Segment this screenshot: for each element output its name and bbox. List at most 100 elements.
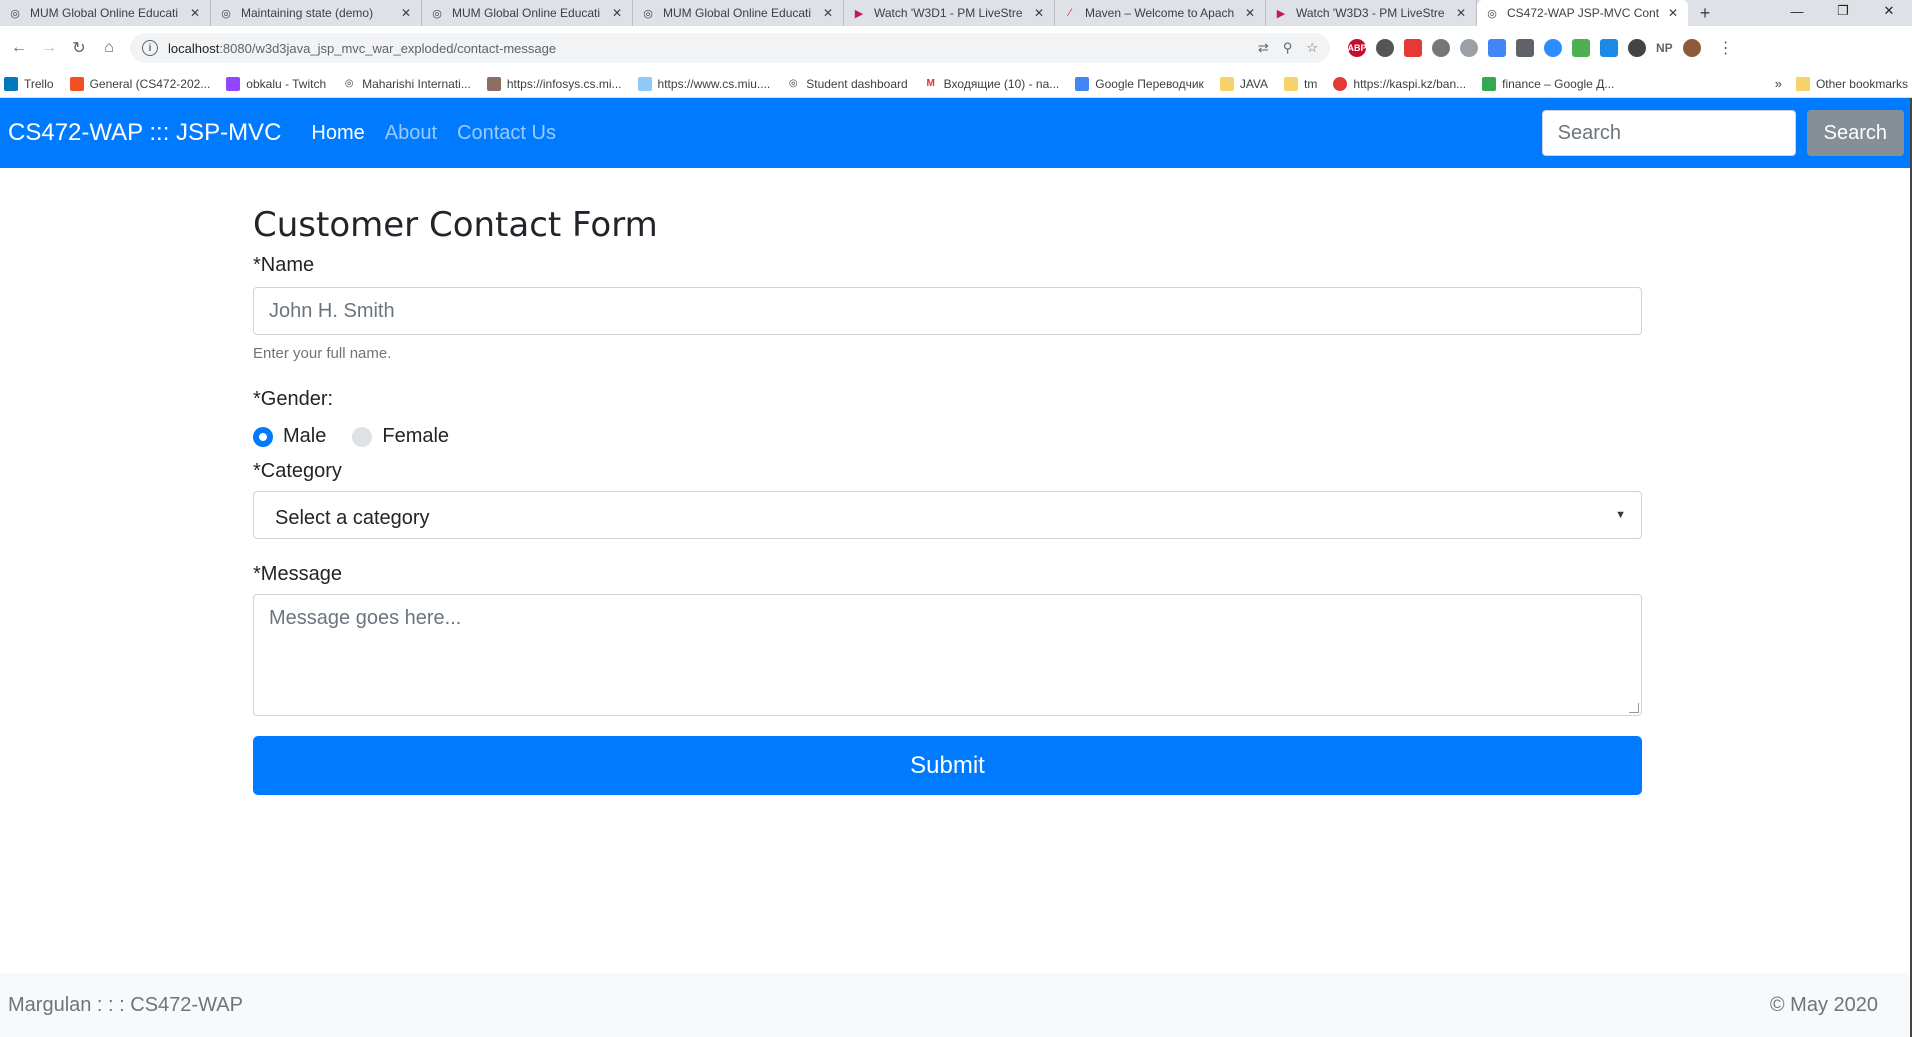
close-icon[interactable]: ✕ [1243, 6, 1257, 20]
search-button[interactable]: Search [1806, 110, 1904, 156]
extension-icon[interactable] [1572, 39, 1590, 57]
bookmark-label: tm [1304, 76, 1318, 91]
tab-title: CS472-WAP JSP-MVC Cont [1507, 6, 1660, 20]
globe-icon: ◎ [643, 7, 653, 20]
category-select[interactable]: Select a category ▼ [253, 491, 1642, 539]
close-icon[interactable]: ✕ [188, 6, 202, 20]
extension-icon[interactable] [1432, 39, 1450, 57]
message-textarea[interactable]: Message goes here... [253, 594, 1642, 716]
drive-icon [1482, 76, 1497, 91]
browser-tab[interactable]: ◎ Maintaining state (demo) ✕ [211, 0, 422, 26]
bookmark-label: JAVA [1239, 76, 1269, 91]
close-icon[interactable]: ✕ [1666, 6, 1680, 20]
gender-female-label[interactable]: Female [382, 425, 449, 448]
adblock-plus-icon[interactable]: ABP [1348, 39, 1367, 57]
gender-female-radio[interactable] [352, 426, 373, 447]
close-icon[interactable]: ✕ [1032, 6, 1046, 20]
extension-icon[interactable] [1600, 39, 1618, 57]
menu-icon[interactable]: ⋮ [1711, 33, 1741, 63]
bookmark-item[interactable]: https://kaspi.kz/ban... [1333, 76, 1467, 91]
bookmark-item[interactable]: M Входящие (10) - na... [924, 77, 1060, 91]
extension-icon[interactable] [1376, 39, 1394, 57]
bookmark-folder[interactable]: tm [1284, 76, 1318, 91]
globe-icon: ◎ [10, 7, 20, 20]
address-bar[interactable]: i localhost:8080/w3d3java_jsp_mvc_war_ex… [130, 33, 1330, 63]
name-placeholder: John H. Smith [269, 299, 395, 322]
browser-tab[interactable]: ◎ MUM Global Online Educati ✕ [633, 0, 844, 26]
browser-tab[interactable]: ⁄ Maven – Welcome to Apach ✕ [1055, 0, 1266, 26]
search-input[interactable] [1541, 110, 1796, 156]
bookmark-item[interactable]: finance – Google Д... [1482, 76, 1615, 91]
folder-icon [1219, 76, 1234, 91]
bookmark-item[interactable]: https://www.cs.miu.... [637, 76, 770, 91]
star-icon[interactable]: ☆ [1306, 40, 1318, 56]
zoom-icon[interactable]: ⚲ [1283, 40, 1293, 56]
close-icon[interactable]: ✕ [1454, 6, 1468, 20]
url-path: :8080/w3d3java_jsp_mvc_war_exploded/cont… [219, 40, 557, 56]
bookmark-item[interactable]: Trello [4, 76, 54, 91]
nav-link-home[interactable]: Home [311, 122, 364, 145]
close-icon[interactable]: ✕ [821, 6, 835, 20]
zoom-extension-icon[interactable] [1544, 39, 1562, 57]
gender-male-radio[interactable] [253, 426, 273, 447]
avatar[interactable] [1682, 39, 1701, 57]
minimize-icon[interactable]: — [1774, 0, 1820, 22]
nav-link-contact[interactable]: Contact Us [457, 122, 556, 145]
image-icon [486, 76, 501, 91]
back-arrow-icon[interactable]: ← [4, 33, 34, 63]
url-host: localhost [168, 40, 220, 56]
forward-arrow-icon[interactable]: → [34, 33, 64, 63]
bookmark-item[interactable]: https://infosys.cs.mi... [486, 76, 622, 91]
close-icon[interactable]: ✕ [610, 6, 624, 20]
bookmark-label: Other bookmarks [1815, 76, 1908, 91]
bookmark-item[interactable]: obkalu - Twitch [226, 76, 327, 91]
info-icon[interactable]: i [142, 40, 158, 56]
browser-tab[interactable]: ▶ Watch 'W3D3 - PM LiveStre ✕ [1266, 0, 1477, 26]
bookmark-folder[interactable]: JAVA [1219, 76, 1269, 91]
bookmark-item[interactable]: Google Переводчик [1075, 76, 1204, 91]
browser-tab-active[interactable]: ◎ CS472-WAP JSP-MVC Cont ✕ [1477, 0, 1688, 26]
puzzle-icon[interactable] [1460, 39, 1478, 57]
bookmark-label: https://kaspi.kz/ban... [1353, 76, 1467, 91]
close-icon[interactable]: ✕ [399, 6, 413, 20]
name-field[interactable]: John H. Smith [253, 287, 1642, 335]
browser-tab[interactable]: ◎ MUM Global Online Educati ✕ [422, 0, 633, 26]
bookmarks-overflow-button[interactable]: » [1775, 76, 1782, 91]
navbar: CS472-WAP ::: JSP-MVC Home About Contact… [0, 98, 1912, 168]
translate-icon[interactable]: ⇄ [1258, 40, 1269, 56]
bookmark-item[interactable]: ◎ Maharishi Internati... [342, 77, 471, 91]
bookmark-label: Google Переводчик [1095, 76, 1204, 91]
bookmark-item[interactable]: ◎ Student dashboard [786, 77, 908, 91]
brand-link[interactable]: CS472-WAP ::: JSP-MVC [8, 119, 281, 147]
category-label: *Category [253, 460, 342, 482]
feather-icon: ⁄ [1069, 7, 1071, 19]
other-bookmarks[interactable]: Other bookmarks [1795, 76, 1908, 91]
bookmark-label: obkalu - Twitch [246, 76, 327, 91]
tab-title: MUM Global Online Educati [663, 6, 812, 20]
home-icon[interactable]: ⌂ [94, 33, 124, 63]
extension-icon[interactable] [1516, 39, 1534, 57]
web-page: CS472-WAP ::: JSP-MVC Home About Contact… [0, 98, 1912, 1037]
footer: Margulan : : : CS472-WAP © May 2020 [0, 973, 1912, 1037]
translate-icon [1075, 76, 1090, 91]
translate-extension-icon[interactable] [1488, 39, 1506, 57]
gender-male-label[interactable]: Male [283, 425, 326, 448]
bookmark-label: finance – Google Д... [1502, 76, 1615, 91]
new-tab-button[interactable]: + [1692, 0, 1718, 26]
play-icon: ▶ [1276, 7, 1286, 20]
np-extension[interactable]: NP [1656, 41, 1673, 55]
ms-teams-icon [69, 76, 84, 91]
bookmark-item[interactable]: General (CS472-202... [69, 76, 210, 91]
shield-icon[interactable] [1404, 39, 1422, 57]
submit-button[interactable]: Submit [253, 736, 1642, 795]
nav-link-about[interactable]: About [385, 122, 437, 145]
reload-icon[interactable]: ↻ [64, 33, 94, 63]
browser-tab[interactable]: ◎ MUM Global Online Educati ✕ [0, 0, 211, 26]
vpn-icon[interactable] [1628, 39, 1646, 57]
browser-toolbar: ← → ↻ ⌂ i localhost:8080/w3d3java_jsp_mv… [0, 26, 1912, 70]
trello-icon [4, 76, 18, 91]
resize-handle-icon[interactable] [1629, 703, 1639, 713]
browser-tab[interactable]: ▶ Watch 'W3D1 - PM LiveStre ✕ [844, 0, 1055, 26]
close-window-icon[interactable]: ✕ [1866, 0, 1912, 22]
restore-icon[interactable]: ❐ [1820, 0, 1866, 22]
